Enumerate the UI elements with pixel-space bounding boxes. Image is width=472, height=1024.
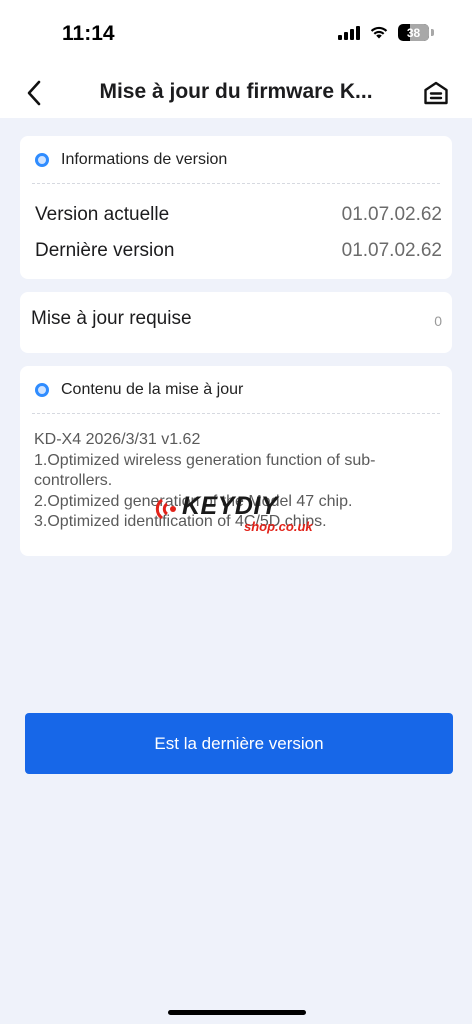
section-dot-icon [35,383,49,397]
divider [32,413,440,414]
latest-version-label: Dernière version [35,240,175,261]
release-note-line: 1.Optimized wireless generation function… [34,451,376,469]
latest-version-button[interactable]: Est la dernière version [25,713,453,774]
navigation-bar: Mise à jour du firmware K... [0,70,472,118]
status-time: 11:14 [62,22,115,45]
divider [32,183,440,184]
current-version-value: 01.07.02.62 [341,204,442,225]
version-info-header: Informations de version [20,136,452,184]
current-version-label: Version actuelle [35,204,170,225]
release-note-line: KD-X4 2026/3/31 v1.62 [34,431,201,448]
battery-icon: 38 [398,24,429,41]
version-info-card: Informations de version Version actuelle… [20,136,452,279]
update-required-count: 0 [434,313,442,329]
watermark-logo: KEYDIY shop.co.uk [152,492,322,536]
update-content-header: Contenu de la mise à jour [20,366,452,414]
release-note-line: controllers. [34,472,113,489]
update-required-card: Mise à jour requise 0 [20,292,452,353]
battery-level: 38 [406,25,421,40]
version-info-title: Informations de version [61,151,228,168]
update-content-title: Contenu de la mise à jour [61,381,244,398]
current-version-row: Version actuelle 01.07.02.62 [35,197,442,233]
watermark-shop: shop.co.uk [244,519,313,534]
page-title: Mise à jour du firmware K... [99,80,373,103]
home-icon [424,81,448,105]
status-bar: 11:14 38 [0,0,472,70]
back-button[interactable] [22,78,48,108]
battery-cap [431,29,434,36]
home-button[interactable] [422,78,450,108]
chevron-left-icon [27,80,41,106]
header-area: 11:14 38 Mise à jour du firmware K... [0,0,472,118]
watermark-brand: KEYDIY [182,492,279,520]
signal-waves-icon [155,498,176,520]
update-required-label: Mise à jour requise [31,308,192,329]
latest-version-value: 01.07.02.62 [341,240,442,261]
latest-version-row: Dernière version 01.07.02.62 [35,233,442,269]
status-icons: 38 [338,24,434,41]
section-dot-icon [35,153,49,167]
home-indicator [168,1010,306,1015]
wifi-icon [370,26,388,39]
cellular-signal-icon [338,25,360,40]
